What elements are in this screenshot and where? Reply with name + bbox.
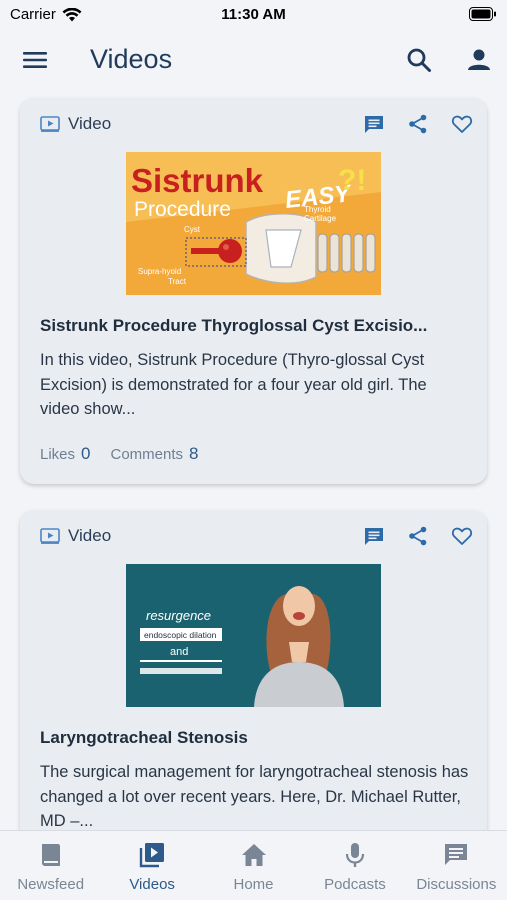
video-type-icon: [40, 116, 60, 132]
thumbnail-subtitle: Procedure: [134, 198, 231, 221]
comments-count: 8: [189, 444, 199, 463]
tab-videos[interactable]: Videos: [101, 831, 202, 900]
status-bar: Carrier 11:30 AM: [0, 0, 507, 30]
card-type: Video: [40, 114, 111, 134]
video-title[interactable]: Sistrunk Procedure Thyroglossal Cyst Exc…: [40, 316, 470, 336]
thumbnail-supra-label: Supra-hyoid: [138, 267, 181, 276]
video-stats: Likes 0 Comments 8: [40, 444, 213, 464]
favorite-icon[interactable]: [451, 525, 473, 547]
thumbnail-cyst-label: Cyst: [184, 225, 201, 234]
tab-newsfeed[interactable]: Newsfeed: [0, 831, 101, 900]
likes-label: Likes: [40, 446, 76, 463]
battery-icon: [469, 7, 496, 21]
thumbnail-badge-mark: ?!: [338, 164, 366, 197]
tab-label: Podcasts: [324, 876, 386, 893]
favorite-icon[interactable]: [451, 113, 473, 135]
search-icon[interactable]: [405, 46, 433, 74]
app-header: Videos: [0, 30, 507, 92]
bottom-tab-bar: Newsfeed Videos Home Podcasts Discussion…: [0, 830, 507, 900]
thumbnail-title: Sistrunk: [131, 162, 264, 199]
video-thumbnail[interactable]: resurgence endoscopic dilation and: [126, 564, 381, 707]
microphone-icon: [345, 843, 365, 867]
book-icon: [41, 844, 60, 866]
thumbnail-line3: and: [170, 646, 188, 658]
card-actions: [363, 525, 473, 547]
comment-icon[interactable]: [363, 113, 385, 135]
video-description: The surgical management for laryngotrach…: [40, 763, 469, 830]
video-description: In this video, Sistrunk Procedure (Thyro…: [40, 351, 427, 418]
page-title: Videos: [90, 44, 173, 74]
tab-label: Home: [233, 876, 274, 893]
video-feed[interactable]: Video Sistrunk Procedure EASY ?! Cyst Th…: [0, 92, 507, 832]
tab-label: Discussions: [416, 876, 497, 893]
video-card[interactable]: Video Sistrunk Procedure EASY ?! Cyst Th…: [20, 98, 487, 484]
tab-label: Videos: [129, 876, 175, 893]
home-icon: [241, 844, 266, 866]
tab-label: Newsfeed: [17, 876, 85, 893]
tab-discussions[interactable]: Discussions: [406, 831, 507, 900]
card-type-label: Video: [68, 526, 112, 545]
video-type-icon: [40, 528, 60, 544]
thumbnail-tract-label: Tract: [168, 277, 187, 286]
likes-count: 0: [81, 444, 91, 463]
thumbnail-line2: endoscopic dilation: [144, 630, 217, 640]
card-type: Video: [40, 526, 111, 546]
comment-icon[interactable]: [363, 525, 385, 547]
chat-icon: [445, 844, 468, 865]
thumbnail-heading: resurgence: [146, 608, 211, 623]
profile-icon[interactable]: [465, 46, 493, 74]
video-thumbnail[interactable]: Sistrunk Procedure EASY ?! Cyst Thyroid …: [126, 152, 381, 295]
menu-icon[interactable]: [22, 48, 48, 72]
video-card[interactable]: Video resurgence endoscopic dilation and…: [20, 510, 487, 832]
thumbnail-cartilage-label: Cartilage: [304, 214, 337, 223]
tab-home[interactable]: Home: [203, 831, 304, 900]
status-time: 11:30 AM: [221, 6, 286, 23]
share-icon[interactable]: [407, 113, 429, 135]
tab-podcasts[interactable]: Podcasts: [304, 831, 405, 900]
card-actions: [363, 113, 473, 135]
share-icon[interactable]: [407, 525, 429, 547]
video-title[interactable]: Laryngotracheal Stenosis: [40, 728, 470, 748]
thumbnail-thyroid-label: Thyroid: [304, 205, 331, 214]
video-library-icon: [139, 843, 165, 868]
card-type-label: Video: [68, 114, 112, 133]
comments-label: Comments: [110, 446, 184, 463]
